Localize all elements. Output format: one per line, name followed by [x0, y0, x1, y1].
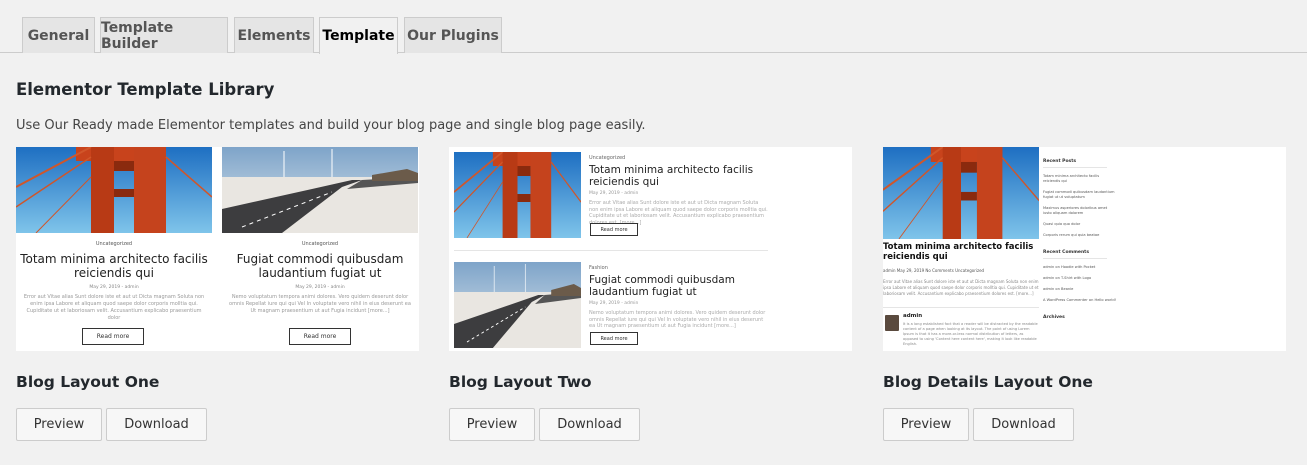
preview-button[interactable]: Preview [449, 408, 535, 441]
post-card: Uncategorized Fugiat commodi quibusdam l… [226, 241, 414, 315]
download-button[interactable]: Download [106, 408, 207, 441]
post-meta: May 29, 2019 - admin [295, 285, 345, 290]
post-card: Uncategorized Totam minima architecto fa… [20, 241, 208, 322]
post-card: Uncategorized Totam minima architecto fa… [589, 155, 769, 226]
recent-post-item: Quasi quia quo dolor [1043, 222, 1081, 226]
tab-elements[interactable]: Elements [234, 17, 314, 53]
sidebar: Recent Posts Totam minima architecto fac… [1043, 159, 1117, 320]
author-name: admin [903, 313, 923, 319]
post-category: Uncategorized [589, 155, 626, 161]
divider [454, 250, 768, 251]
read-more-button: Read more [289, 328, 351, 345]
bridge-image [883, 147, 1039, 239]
post-excerpt: Error aut Vitae alias Sunt dolore iste e… [23, 294, 205, 321]
author-avatar [885, 315, 899, 331]
divider [1043, 167, 1107, 168]
archives-title: Archives [1043, 315, 1065, 320]
template-name: Blog Details Layout One [883, 373, 1093, 391]
preview-button[interactable]: Preview [883, 408, 969, 441]
download-button[interactable]: Download [973, 408, 1074, 441]
tab-template[interactable]: Template [319, 17, 398, 54]
preview-button[interactable]: Preview [16, 408, 102, 441]
post-title: Totam minima architecto facilis reiciend… [589, 164, 754, 188]
read-more-button: Read more [590, 223, 638, 236]
template-thumbnail-blog-details-layout-one: Totam minima architecto facilis reiciend… [883, 147, 1286, 351]
recent-comment-item: admin on Beanie [1043, 287, 1074, 291]
bridge-image [16, 147, 212, 233]
page-description: Use Our Ready made Elementor templates a… [16, 118, 646, 133]
author-bio: It is a long established fact that a rea… [903, 322, 1038, 346]
post-title: Fugiat commodi quibusdam laudantium fugi… [236, 252, 404, 280]
read-more-button: Read more [82, 328, 144, 345]
post-title: Totam minima architecto facilis reiciend… [883, 242, 1034, 262]
recent-post-item: Corporis rerum qui quia beatae [1043, 233, 1100, 237]
post-excerpt: Nemo voluptatum tempora animi dolores. V… [229, 294, 411, 314]
divider [1043, 258, 1107, 259]
bridge-image [454, 152, 581, 238]
post-card: Fashion Fugiat commodi quibusdam laudant… [589, 265, 769, 330]
template-name: Blog Layout One [16, 373, 160, 391]
tab-general[interactable]: General [22, 17, 95, 53]
recent-comments-title: Recent Comments [1043, 250, 1090, 255]
template-thumbnail-blog-layout-two: Uncategorized Totam minima architecto fa… [449, 147, 852, 351]
template-name: Blog Layout Two [449, 373, 592, 391]
read-more-button: Read more [590, 332, 638, 345]
post-excerpt: Nemo voluptatum tempora animi dolores. V… [589, 310, 766, 329]
post-title: Fugiat commodi quibusdam laudantium fugi… [589, 274, 735, 298]
divider [883, 307, 1039, 308]
recent-post-item: Fugiat commodi quibusdam laudantium fugi… [1043, 190, 1115, 199]
page-title: Elementor Template Library [16, 80, 275, 99]
recent-comment-item: admin on Hoodie with Pocket [1043, 265, 1096, 269]
recent-comment-item: admin on T-Shirt with Logo [1043, 276, 1092, 280]
road-image [222, 147, 418, 233]
road-image [454, 262, 581, 348]
post-meta: May 29, 2019 - admin [589, 301, 639, 306]
recent-posts-title: Recent Posts [1043, 159, 1077, 164]
post-meta: May 29, 2019 - admin [89, 285, 139, 290]
post-category: Uncategorized [95, 241, 133, 247]
tab-template-builder[interactable]: Template Builder [100, 17, 228, 53]
nav-tab-wrapper: General Template Builder Elements Templa… [0, 0, 1307, 54]
post-excerpt: Error aut Vitae alias Sunt dolore iste e… [883, 279, 1039, 296]
post-category: Fashion [589, 265, 608, 271]
post-meta: admin May 29, 2019 No Comments Uncategor… [883, 268, 985, 273]
post-title: Totam minima architecto facilis reiciend… [20, 252, 208, 280]
post-meta: May 29, 2019 - admin [589, 191, 639, 196]
post-category: Uncategorized [301, 241, 339, 247]
recent-comment-item: A WordPress Commenter on Hello world! [1043, 298, 1117, 302]
download-button[interactable]: Download [539, 408, 640, 441]
recent-post-item: Maximus asperiores doloribus amet iusto … [1043, 206, 1108, 215]
template-thumbnail-blog-layout-one: Uncategorized Totam minima architecto fa… [16, 147, 419, 351]
tab-our-plugins[interactable]: Our Plugins [404, 17, 502, 53]
recent-post-item: Totam minima architecto facilis reiciend… [1043, 174, 1100, 183]
